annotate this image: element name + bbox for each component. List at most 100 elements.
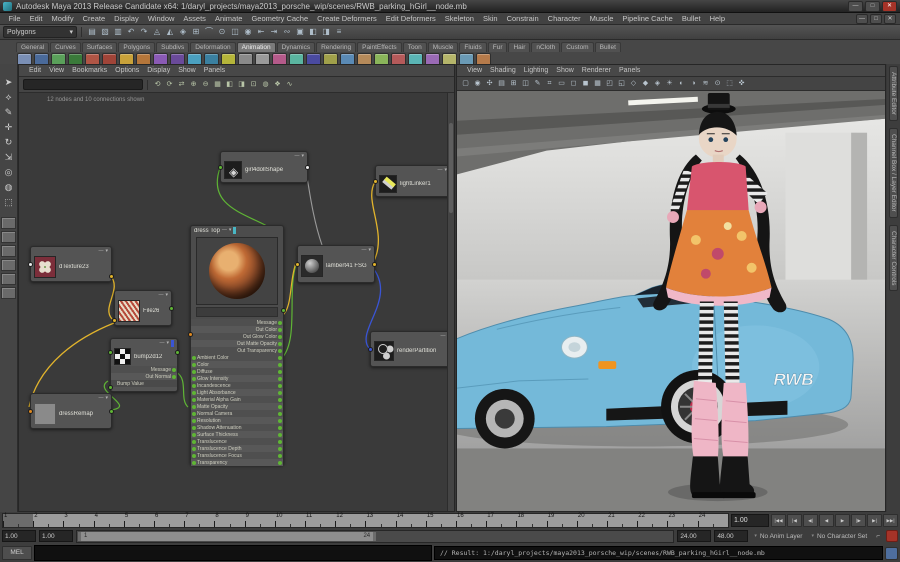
node-attribute-row[interactable]: Resolution [191,417,283,424]
playback-end-field[interactable] [677,530,711,542]
back-icon[interactable] [152,79,163,90]
full-view-icon[interactable] [248,79,259,90]
frame-cell[interactable]: 7 [184,514,214,527]
scene-minimize-button[interactable]: — [856,14,868,24]
2d-pan-zoom-icon[interactable] [520,78,531,89]
bookmark-icon[interactable] [496,78,507,89]
scene-close-button[interactable]: ✕ [884,14,896,24]
panel-menu-item[interactable]: Renderer [578,67,615,74]
menu-item[interactable]: Constrain [502,14,543,23]
input-port[interactable] [108,350,113,355]
panel-tab[interactable]: Character Controls [889,225,898,292]
input-port[interactable] [368,347,373,352]
menu-item[interactable]: Modify [47,14,78,23]
shaded-icon[interactable] [640,78,651,89]
frame-cell[interactable]: 5 [124,514,154,527]
select-camera-icon[interactable] [460,78,471,89]
node-lambert-sg[interactable]: —▾ lambert41 FSG [297,245,375,283]
node-attribute-row[interactable]: Ambient Color [191,354,283,361]
input-port[interactable] [108,385,113,390]
minimize-button[interactable]: — [848,1,863,12]
character-set-dropdown[interactable]: ▾No Character Set [808,531,870,541]
construction-history-icon[interactable] [281,26,293,38]
panel-menu-item[interactable]: Panels [200,67,229,74]
node-attribute-row[interactable]: Message [111,366,177,373]
shelf-tab[interactable]: Polygons [118,42,155,52]
select-tool-icon[interactable] [2,76,15,89]
node-attribute-row[interactable]: Diffuse [191,368,283,375]
range-slider-handle[interactable]: 1 24 [78,532,376,541]
scale-tool-icon[interactable] [2,151,15,164]
node-bump2d[interactable]: —▾ bump2d12 MessageOut Normal Bump Value [110,338,178,392]
redo-icon[interactable] [138,26,150,38]
node-attribute-row[interactable]: Transparency [191,459,283,466]
add-to-graph-icon[interactable] [188,79,199,90]
snap-plane-icon[interactable] [229,26,241,38]
selection-mode-dropdown[interactable]: Polygons▾ [3,26,77,38]
node-light-linker[interactable]: —▾ lightLinker1 [375,165,451,197]
menu-item[interactable]: Geometry Cache [247,14,313,23]
animation-preferences-icon[interactable] [886,530,898,542]
node-girl-shape[interactable]: —▾ girl4dollShape [220,151,308,183]
film-gate-icon[interactable] [556,78,567,89]
shelf-tab[interactable]: Toon [403,42,427,52]
frame-cell[interactable]: 15 [426,514,456,527]
select-object-icon[interactable] [164,26,176,38]
ipr-render-icon[interactable] [320,26,332,38]
menu-item[interactable]: Create [78,14,110,23]
current-time-field[interactable] [731,514,769,527]
output-port[interactable] [305,165,310,170]
panel-menu-item[interactable]: View [463,67,486,74]
node-attribute-row[interactable]: Translucence Focus [191,452,283,459]
panel-menu-item[interactable]: Shading [486,67,520,74]
frame-cell[interactable]: 17 [486,514,516,527]
playback-button[interactable]: ◀ [819,514,834,527]
viewport-canvas[interactable]: RWB [457,91,885,511]
render-settings-icon[interactable] [333,26,345,38]
node-attribute-row[interactable]: Light Absorbance [191,389,283,396]
node-attribute-row[interactable]: Material Alpha Gain [191,396,283,403]
panel-menu-item[interactable]: Options [111,67,143,74]
open-scene-icon[interactable] [99,26,111,38]
lock-camera-icon[interactable] [472,78,483,89]
input-port[interactable] [28,409,33,414]
panel-menu-item[interactable]: Lighting [520,67,553,74]
menu-item[interactable]: Help [705,14,729,23]
output-connections-icon[interactable] [268,26,280,38]
resolution-gate-icon[interactable] [568,78,579,89]
playback-button[interactable]: |▶ [851,514,866,527]
panel-menu-item[interactable]: View [45,67,68,74]
maximize-button[interactable]: □ [865,1,880,12]
menu-item[interactable]: Skeleton [440,14,478,23]
menu-item[interactable]: Window [143,14,179,23]
playback-button[interactable]: ▶| [867,514,882,527]
save-scene-icon[interactable] [112,26,124,38]
layout-two-pane-side-button[interactable] [1,245,16,257]
show-manipulator-icon[interactable] [2,196,15,209]
collapse-icon[interactable]: — [222,226,227,235]
input-port[interactable] [28,262,33,267]
shelf-tab[interactable]: Subdivs [156,42,189,52]
frame-cell[interactable]: 24 [698,514,728,527]
layout-two-pane-stacked-button[interactable] [1,259,16,271]
node-attribute-row[interactable]: Out Matte Opacity [191,340,283,347]
scene-restore-button[interactable]: □ [870,14,882,24]
shelf-tab[interactable]: Bullet [595,42,621,52]
snap-curve-icon[interactable] [203,26,215,38]
playback-button[interactable]: ◀| [803,514,818,527]
use-all-lights-icon[interactable] [664,78,675,89]
resize-icon[interactable]: ▾ [301,152,304,161]
textured-icon[interactable] [652,78,663,89]
shelf-tab[interactable]: Animation [237,42,276,52]
shelf-tab[interactable]: Dynamics [277,42,316,52]
shelf-tab[interactable]: Surfaces [82,42,118,52]
playback-button[interactable]: ▶ [835,514,850,527]
grid-icon[interactable] [544,78,555,89]
lasso-tool-icon[interactable] [2,91,15,104]
frame-cell[interactable]: 1 [3,514,33,527]
playback-start-field[interactable] [39,530,73,542]
node-attribute-row[interactable]: Glow Intensity [191,375,283,382]
xray-icon[interactable] [724,78,735,89]
node-search-input[interactable] [23,79,143,90]
node-attribute-row[interactable]: Bump Value [111,380,177,387]
